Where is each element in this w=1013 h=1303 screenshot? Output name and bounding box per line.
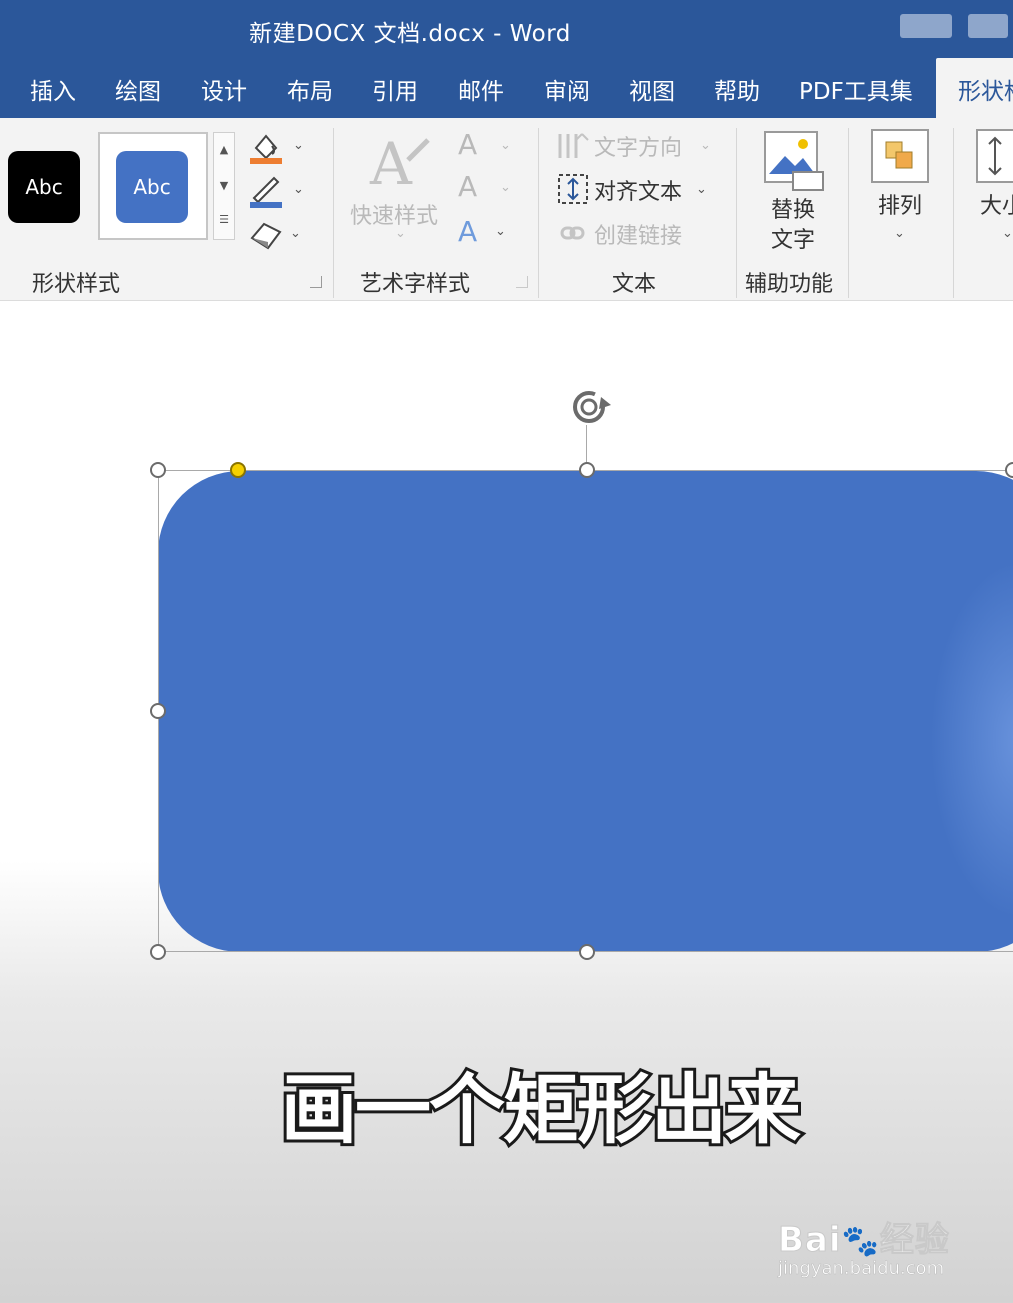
wordart-quick-styles-icon[interactable]: A [368, 130, 432, 192]
swatch-label: Abc [133, 175, 171, 199]
gallery-up-icon[interactable]: ▲ [214, 143, 234, 156]
window-title: 新建DOCX 文档.docx - Word [249, 21, 571, 47]
paw-icon: 🐾 [841, 1224, 880, 1260]
tab-design[interactable]: 设计 [201, 72, 247, 106]
resize-handle-bottom-center[interactable] [579, 944, 595, 960]
resize-handle-top-center[interactable] [579, 462, 595, 478]
chevron-down-icon[interactable]: ⌄ [293, 138, 304, 153]
chevron-down-icon[interactable]: ⌄ [500, 180, 511, 195]
gallery-more-icon[interactable]: ☰ [214, 213, 234, 226]
align-text-button[interactable]: 对齐文本 [594, 174, 682, 206]
resize-handle-top-left[interactable] [150, 462, 166, 478]
create-link-button[interactable]: 创建链接 [594, 218, 682, 250]
arrange-icon[interactable] [870, 128, 930, 184]
align-text-icon[interactable] [556, 172, 590, 206]
blurred-control [900, 14, 952, 38]
text-direction-button[interactable]: 文字方向 [594, 130, 682, 162]
rotate-handle-icon[interactable] [567, 385, 613, 429]
text-effects-icon[interactable]: A [458, 215, 477, 248]
resize-handle-bottom-left[interactable] [150, 944, 166, 960]
tab-draw[interactable]: 绘图 [115, 72, 161, 106]
svg-text:A: A [369, 130, 413, 192]
title-bar: 新建DOCX 文档.docx - Word [0, 0, 1013, 58]
tab-mailings[interactable]: 邮件 [458, 72, 504, 106]
group-label-wordart-styles: 艺术字样式 [360, 272, 471, 297]
group-divider [953, 128, 954, 298]
group-divider [848, 128, 849, 298]
group-divider [538, 128, 539, 298]
tab-insert[interactable]: 插入 [30, 72, 76, 106]
gallery-scroll: ▲ ▼ ☰ [213, 132, 235, 240]
dialog-launcher-icon[interactable] [310, 276, 322, 288]
blurred-control [968, 14, 1008, 38]
alt-text-icon[interactable] [763, 130, 825, 192]
size-button[interactable]: 大小 [980, 192, 1013, 222]
chevron-down-icon[interactable]: ⌄ [293, 182, 304, 197]
baidu-watermark-logo: Bai🐾经验 [778, 1212, 950, 1261]
group-divider [333, 128, 334, 298]
shape-style-swatch-black[interactable]: Abc [8, 151, 80, 223]
ribbon: Abc Abc ▲ ▼ ☰ ⌄ ⌄ ⌄ 形状样式 A 快速样式 ⌄ A ⌄ A … [0, 118, 1013, 301]
tab-view[interactable]: 视图 [629, 72, 675, 106]
arrange-button[interactable]: 排列 [866, 192, 934, 222]
selection-box [158, 470, 1013, 952]
ribbon-tab-bar: 插入 绘图 设计 布局 引用 邮件 审阅 视图 帮助 PDF工具集 形状格式 [0, 58, 1013, 120]
tab-references[interactable]: 引用 [372, 72, 418, 106]
chevron-down-icon[interactable]: ⌄ [290, 226, 301, 241]
text-fill-icon[interactable]: A [458, 128, 477, 161]
chevron-down-icon[interactable]: ⌄ [1002, 226, 1013, 241]
size-icon[interactable] [975, 128, 1013, 184]
tab-help[interactable]: 帮助 [714, 72, 760, 106]
resize-handle-middle-left[interactable] [150, 703, 166, 719]
corner-radius-handle[interactable] [230, 462, 246, 478]
group-label-text: 文本 [612, 272, 657, 297]
alt-text-button[interactable]: 替换 文字 [762, 196, 824, 256]
dialog-launcher-icon[interactable] [516, 276, 528, 288]
alt-text-line2: 文字 [770, 228, 815, 253]
group-label-shape-styles: 形状样式 [32, 272, 121, 297]
shape-outline-icon[interactable] [248, 172, 284, 210]
link-icon[interactable] [560, 222, 586, 244]
group-divider [736, 128, 737, 298]
shape-effects-icon[interactable] [248, 218, 284, 252]
chevron-down-icon[interactable]: ⌄ [495, 224, 506, 239]
tab-pdf-tools[interactable]: PDF工具集 [799, 72, 913, 106]
watermark-url: jingyan.baidu.com [778, 1258, 945, 1280]
gallery-down-icon[interactable]: ▼ [214, 179, 234, 192]
chevron-down-icon[interactable]: ⌄ [700, 138, 711, 153]
chevron-down-icon[interactable]: ⌄ [894, 226, 905, 241]
quick-styles-label[interactable]: 快速样式 [350, 198, 438, 230]
shape-style-swatch-blue[interactable]: Abc [116, 151, 188, 223]
tab-layout[interactable]: 布局 [287, 72, 333, 106]
text-outline-icon[interactable]: A [458, 170, 477, 203]
tab-shape-format[interactable]: 形状格式 [936, 58, 1013, 120]
watermark-logo-suffix: 经验 [879, 1220, 950, 1261]
chevron-down-icon[interactable]: ⌄ [395, 226, 406, 241]
text-direction-icon[interactable] [556, 130, 590, 162]
chevron-down-icon[interactable]: ⌄ [696, 182, 707, 197]
group-label-accessibility: 辅助功能 [745, 272, 834, 297]
video-caption: 画一个矩形出来 [278, 1062, 804, 1157]
swatch-label: Abc [25, 175, 63, 199]
alt-text-line1: 替换 [770, 198, 815, 223]
chevron-down-icon[interactable]: ⌄ [500, 138, 511, 153]
watermark-logo-text: Bai [778, 1220, 842, 1261]
shape-fill-icon[interactable] [248, 128, 284, 166]
tab-review[interactable]: 审阅 [544, 72, 590, 106]
